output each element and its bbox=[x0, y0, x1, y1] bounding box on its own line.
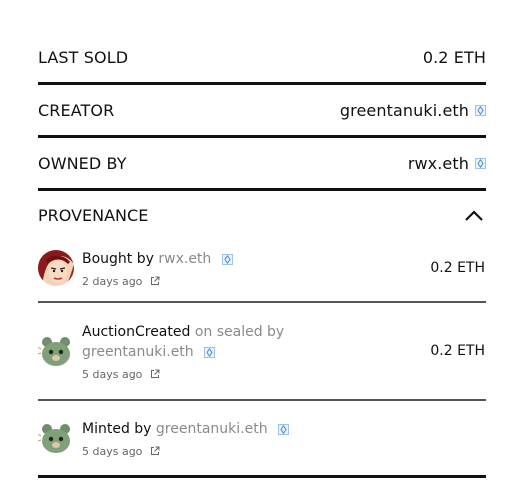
event-time: 2 days ago bbox=[82, 274, 143, 288]
event-action: Bought by bbox=[82, 250, 154, 267]
event-price: 0.2 ETH bbox=[430, 343, 485, 359]
tanuki-avatar[interactable] bbox=[38, 333, 74, 369]
event-user-link[interactable]: greentanuki.eth bbox=[156, 421, 268, 437]
external-link-icon[interactable] bbox=[150, 276, 160, 286]
event-user-link[interactable]: rwx.eth bbox=[158, 251, 211, 267]
external-link-icon[interactable] bbox=[150, 369, 160, 379]
event-action: AuctionCreated bbox=[82, 323, 191, 340]
ens-badge-icon bbox=[278, 423, 290, 435]
owned-by-label: OWNED BY bbox=[38, 153, 127, 173]
provenance-event: AuctionCreated on sealed by greentanuki.… bbox=[38, 303, 486, 401]
event-time: 5 days ago bbox=[82, 444, 143, 458]
last-sold-label: LAST SOLD bbox=[38, 47, 129, 67]
event-user-link[interactable]: greentanuki.eth bbox=[82, 344, 194, 360]
creator-row: CREATOR greentanuki.eth bbox=[38, 85, 486, 138]
ens-badge-icon bbox=[221, 253, 233, 265]
provenance-event: Minted by greentanuki.eth 5 days ago bbox=[38, 401, 486, 478]
last-sold-value: 0.2 ETH bbox=[422, 47, 486, 67]
external-link-icon[interactable] bbox=[150, 446, 160, 456]
portrait-avatar[interactable] bbox=[38, 250, 74, 286]
ens-badge-icon bbox=[475, 157, 486, 169]
creator-label: CREATOR bbox=[38, 100, 115, 120]
event-price: 0.2 ETH bbox=[430, 260, 485, 276]
creator-link[interactable]: greentanuki.eth bbox=[340, 101, 469, 120]
owned-by-row: OWNED BY rwx.eth bbox=[38, 138, 486, 191]
provenance-header[interactable]: PROVENANCE bbox=[38, 191, 486, 239]
ens-badge-icon bbox=[475, 104, 486, 116]
tanuki-avatar[interactable] bbox=[38, 420, 74, 456]
provenance-event: Bought by rwx.eth 2 days ago 0.2 ETH bbox=[38, 239, 486, 303]
event-action: Minted by bbox=[82, 420, 152, 437]
ens-badge-icon bbox=[204, 346, 216, 358]
item-details-panel: LAST SOLD 0.2 ETH CREATOR greentanuki.et… bbox=[38, 32, 486, 478]
owner-link[interactable]: rwx.eth bbox=[408, 154, 469, 173]
provenance-title: PROVENANCE bbox=[38, 205, 149, 225]
chevron-up-icon[interactable] bbox=[464, 209, 484, 221]
last-sold-row: LAST SOLD 0.2 ETH bbox=[38, 32, 486, 85]
event-time: 5 days ago bbox=[82, 367, 143, 381]
event-action-suffix: on sealed by bbox=[194, 323, 285, 340]
